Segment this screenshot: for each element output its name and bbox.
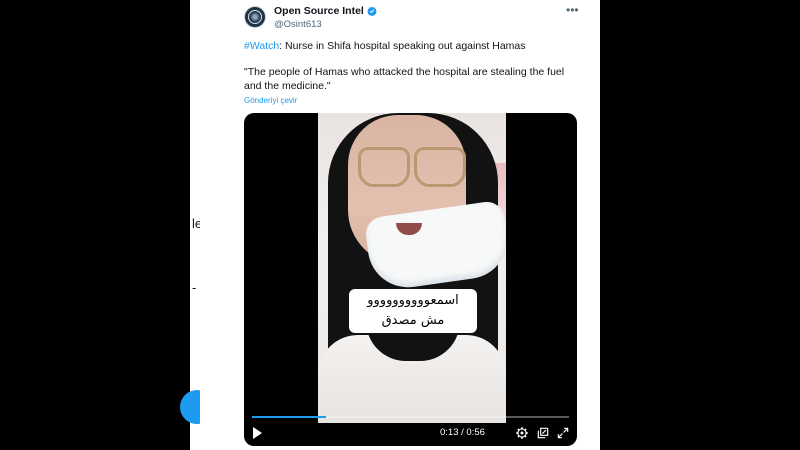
- tweet-quote-line: "The people of Hamas who attacked the ho…: [244, 66, 565, 78]
- author-name-row: Open Source Intel: [274, 5, 377, 17]
- translate-post-link[interactable]: Gönderiyi çevir: [244, 96, 297, 105]
- video-player[interactable]: اسمعوووووووووو مش مصدق 0:13 / 0:56: [244, 113, 577, 446]
- more-options-icon[interactable]: •••: [566, 4, 579, 16]
- background-text-fragment: -: [192, 280, 197, 295]
- tweet-headline: #Watch: Nurse in Shifa hospital speaking…: [244, 40, 526, 52]
- time-display: 0:13 / 0:56: [440, 427, 485, 438]
- fullscreen-icon[interactable]: [556, 426, 570, 440]
- caption-line: اسمعوووووووووو: [367, 293, 459, 308]
- display-name[interactable]: Open Source Intel: [274, 5, 364, 17]
- video-progress-bar[interactable]: [252, 416, 569, 418]
- settings-icon[interactable]: [515, 426, 529, 440]
- headline-text: : Nurse in Shifa hospital speaking out a…: [279, 40, 526, 52]
- avatar[interactable]: [244, 6, 266, 28]
- hashtag-link[interactable]: #Watch: [244, 40, 279, 52]
- tweet-quote-line: and the medicine.": [244, 80, 331, 92]
- pop-out-icon[interactable]: [536, 426, 550, 440]
- play-icon[interactable]: [253, 427, 262, 439]
- video-caption: اسمعوووووووووو مش مصدق: [349, 289, 477, 333]
- progress-fill: [252, 416, 326, 418]
- person-face: [348, 115, 506, 293]
- verified-badge-icon: [367, 6, 377, 16]
- tweet-card: Open Source Intel @Osint613 ••• #Watch: …: [200, 0, 600, 450]
- video-controls: 0:13 / 0:56: [244, 421, 577, 446]
- video-frame: [318, 113, 506, 423]
- user-handle[interactable]: @Osint613: [274, 19, 322, 30]
- caption-line: مش مصدق: [381, 313, 445, 328]
